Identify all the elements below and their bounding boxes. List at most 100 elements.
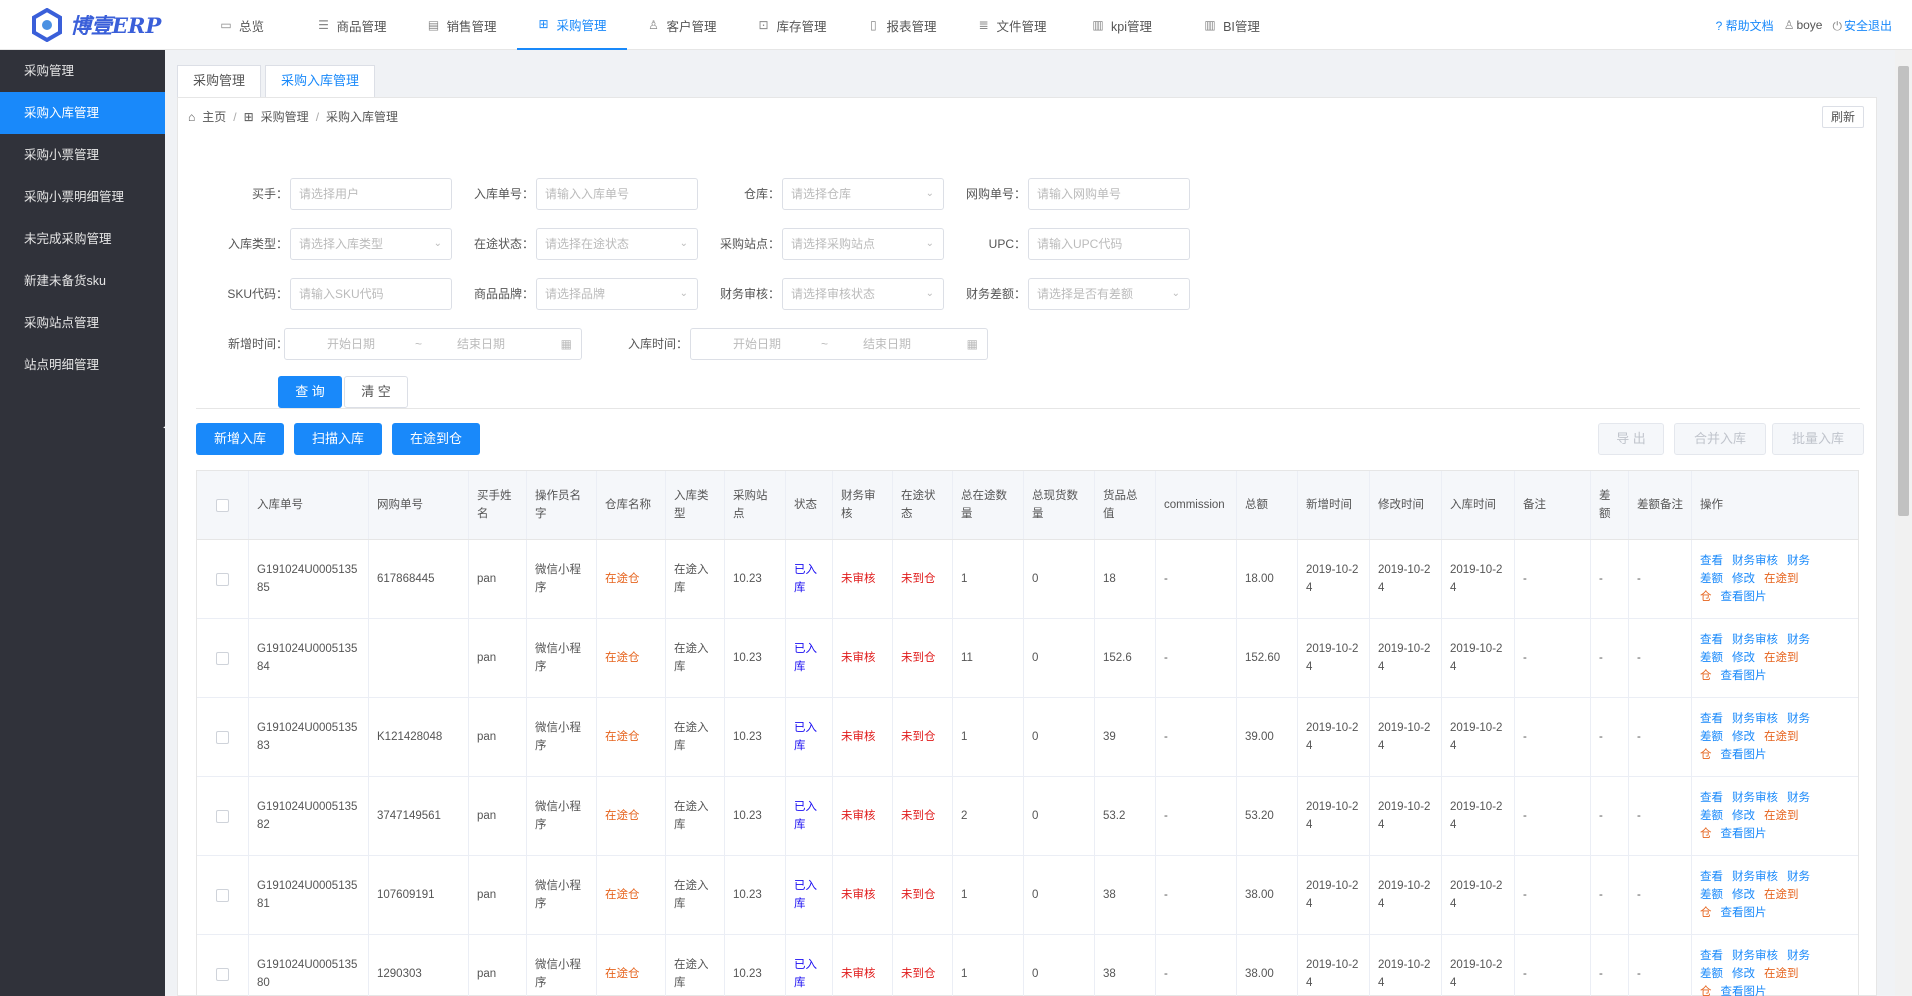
vertical-scrollbar[interactable] [1895,50,1912,996]
row-action-link[interactable]: 修改 [1732,968,1755,980]
row-action-link[interactable]: 查看图片 [1721,828,1767,840]
row-actions-links: 查看 财务审核 财务差额 修改 在途到仓 查看图片 [1700,789,1812,843]
upc-input[interactable]: 请输入UPC代码 [1028,228,1190,260]
table-row: G191024U000513580 1290303 pan 微信小程序 在途仓 在途入库 1… [197,935,1858,996]
row-action-link[interactable]: 查看 [1700,634,1723,646]
cell-diff-remark: - [1629,935,1692,996]
row-action-link[interactable]: 财务审核 [1732,713,1778,725]
row-checkbox[interactable] [197,856,249,934]
sidebar-item-purchase[interactable]: 采购管理 [0,50,165,92]
finance-diff-select[interactable]: 请选择是否有差额 ⌄ [1028,278,1190,310]
row-action-link[interactable]: 修改 [1732,731,1755,743]
cell-transit: 未到仓 [893,619,953,697]
col-status: 状态 [786,471,833,539]
cell-status: 已入库 [786,856,833,934]
col-created: 新增时间 [1298,471,1370,539]
transit-status-label: 在途状态： [473,237,534,251]
refresh-button[interactable]: 刷新 [1821,106,1864,128]
breadcrumb-purchase[interactable]: 采购管理 [261,108,309,125]
main-content: 采购管理 采购入库管理 ⌂ 主页 / ⊞ 采购管理 / 采购入库管理 刷新 买手… [165,50,1895,996]
tab-purchase[interactable]: 采购管理 [177,65,262,97]
row-action-link[interactable]: 财务审核 [1732,555,1778,567]
row-action-link[interactable]: 财务审核 [1732,792,1778,804]
topnav-products[interactable]: ☰ 商品管理 [297,0,407,50]
topnav-bi[interactable]: ▥ BI管理 [1177,0,1287,50]
row-action-link[interactable]: 查看图片 [1721,986,1767,996]
cell-total: 38.00 [1237,935,1298,996]
doc-list-icon: ≣ [978,18,989,32]
add-inbound-button[interactable]: 新增入库 [196,423,284,455]
select-all-checkbox[interactable] [197,471,249,539]
topnav-files[interactable]: ≣ 文件管理 [957,0,1067,50]
divider [196,408,1860,409]
tab-inbound[interactable]: 采购入库管理 [265,65,376,97]
row-action-link[interactable]: 财务审核 [1732,871,1778,883]
row-actions-links: 查看 财务审核 财务差额 修改 在途到仓 查看图片 [1700,631,1812,685]
breadcrumb-separator: / [315,109,320,124]
row-action-link[interactable]: 查看图片 [1721,670,1767,682]
sidebar-item-sites[interactable]: 采购站点管理 [0,302,165,344]
cell-wh: 在途仓 [597,856,666,934]
clear-button[interactable]: 清 空 [344,376,408,408]
row-action-link[interactable]: 查看图片 [1721,749,1767,761]
table-row: G191024U000513583 K121428048 pan 微信小程序 在途仓 在途… [197,698,1858,777]
topnav-customers[interactable]: ♙ 客户管理 [627,0,737,50]
transit-arrive-button[interactable]: 在途到仓 [392,423,480,455]
row-action-link[interactable]: 查看 [1700,950,1723,962]
scrollbar-thumb[interactable] [1898,66,1909,516]
search-button[interactable]: 查 询 [278,376,342,408]
sidebar-item-new-sku[interactable]: 新建未备货sku [0,260,165,302]
cell-modified: 2019-10-24 [1370,698,1442,776]
brand-logo[interactable]: 博壹ERP [30,7,161,43]
sidebar-item-inbound[interactable]: 采购入库管理 [0,92,165,134]
logout-link[interactable]: ⏻ 安全退出 [1832,17,1892,34]
topnav-kpi[interactable]: ▥ kpi管理 [1067,0,1177,50]
row-checkbox[interactable] [197,698,249,776]
merge-inbound-button[interactable]: 合并入库 [1674,423,1766,455]
cell-buyer: pan [469,777,527,855]
row-checkbox[interactable] [197,540,249,618]
help-link[interactable]: ? 帮助文档 [1716,17,1774,34]
topnav-inventory[interactable]: ⊡ 库存管理 [737,0,847,50]
sidebar-item-site-details[interactable]: 站点明细管理 [0,344,165,386]
breadcrumb-home[interactable]: 主页 [202,108,226,125]
cell-modified: 2019-10-24 [1370,540,1442,618]
inbound-time-range[interactable]: 开始日期 ~ 结束日期 ▦ [690,328,988,360]
row-checkbox[interactable] [197,935,249,996]
row-action-link[interactable]: 修改 [1732,810,1755,822]
row-action-link[interactable]: 财务审核 [1732,950,1778,962]
row-action-link[interactable]: 查看 [1700,871,1723,883]
row-actions: 查看 财务审核 财务差额 修改 在途到仓 查看图片 [1692,935,1820,996]
cell-type: 在途入库 [666,698,725,776]
user-menu[interactable]: ♙ boye [1784,18,1823,32]
row-action-link[interactable]: 修改 [1732,652,1755,664]
row-action-link[interactable]: 查看 [1700,792,1723,804]
topnav-overview[interactable]: ▭ 总览 [187,0,297,50]
row-checkbox[interactable] [197,619,249,697]
col-type: 入库类型 [666,471,725,539]
cell-site: 10.23 [725,777,786,855]
sidebar-item-unfinished[interactable]: 未完成采购管理 [0,218,165,260]
topnav-purchase[interactable]: ⊞ 采购管理 [517,0,627,50]
cart-icon: ⊡ [758,18,769,32]
sidebar-item-receipts[interactable]: 采购小票管理 [0,134,165,176]
row-checkbox[interactable] [197,777,249,855]
purchase-no-input[interactable]: 请输入网购单号 [1028,178,1190,210]
row-actions: 查看 财务审核 财务差额 修改 在途到仓 查看图片 [1692,856,1820,934]
row-action-link[interactable]: 财务审核 [1732,634,1778,646]
row-action-link[interactable]: 查看图片 [1721,907,1767,919]
row-action-link[interactable]: 修改 [1732,573,1755,585]
sidebar-item-receipt-details[interactable]: 采购小票明细管理 [0,176,165,218]
cell-created: 2019-10-24 [1298,619,1370,697]
scan-inbound-button[interactable]: 扫描入库 [294,423,382,455]
topnav-sales[interactable]: ▤ 销售管理 [407,0,517,50]
row-action-link[interactable]: 修改 [1732,889,1755,901]
export-button[interactable]: 导 出 [1598,423,1664,455]
topnav-reports[interactable]: ▯ 报表管理 [847,0,957,50]
created-time-range[interactable]: 开始日期 ~ 结束日期 ▦ [284,328,582,360]
batch-inbound-button[interactable]: 批量入库 [1772,423,1864,455]
row-action-link[interactable]: 查看 [1700,555,1723,567]
row-action-link[interactable]: 查看图片 [1721,591,1767,603]
row-action-link[interactable]: 查看 [1700,713,1723,725]
cell-operator: 微信小程序 [527,777,597,855]
